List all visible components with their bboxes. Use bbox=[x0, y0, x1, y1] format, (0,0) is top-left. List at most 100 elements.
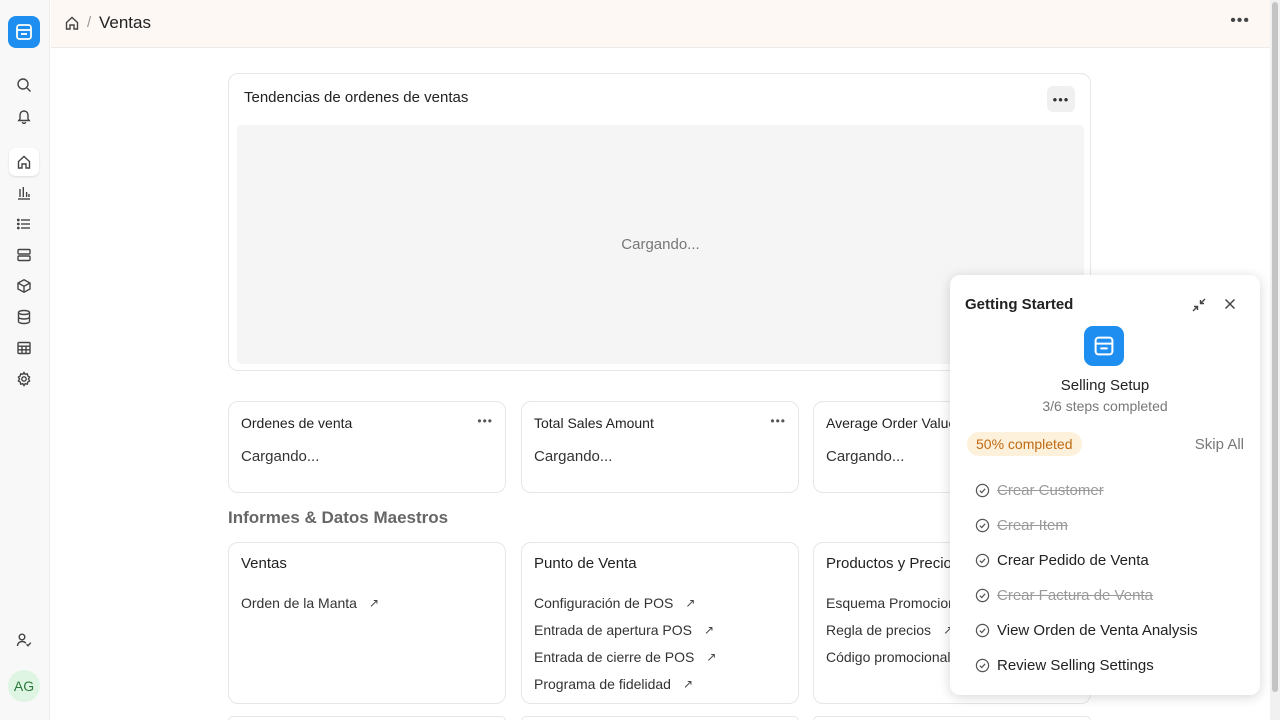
bell-icon bbox=[17, 110, 31, 124]
number-card-total-sales: Total Sales Amount ••• Cargando... bbox=[521, 401, 799, 493]
link-list: Orden de la Manta ↗ bbox=[241, 589, 379, 616]
check-circle-icon bbox=[975, 658, 990, 673]
check-circle-icon bbox=[975, 483, 990, 498]
breadcrumb-home[interactable] bbox=[64, 15, 80, 36]
number-card-value: Cargando... bbox=[826, 448, 905, 465]
chart-options-button[interactable]: ••• bbox=[1047, 86, 1075, 112]
selling-setup-logo bbox=[1084, 326, 1124, 366]
number-card-title: Total Sales Amount bbox=[534, 415, 654, 431]
section-title: Informes & Datos Maestros bbox=[228, 508, 449, 527]
step-item[interactable]: Crear Factura de Venta bbox=[975, 578, 1198, 613]
check-circle-icon bbox=[975, 588, 990, 603]
step-item[interactable]: Crear Item bbox=[975, 508, 1198, 543]
step-item[interactable]: View Orden de Venta Analysis bbox=[975, 613, 1198, 648]
sidebar: AG bbox=[0, 0, 50, 720]
steps-completed: 3/6 steps completed bbox=[1042, 398, 1168, 414]
check-circle-icon bbox=[975, 553, 990, 568]
notifications-button[interactable] bbox=[9, 102, 39, 130]
number-card-value: Cargando... bbox=[241, 448, 320, 465]
package-icon bbox=[17, 279, 31, 293]
step-label: Crear Pedido de Venta bbox=[997, 552, 1149, 569]
link-item[interactable]: Orden de la Manta ↗ bbox=[241, 589, 379, 616]
avatar[interactable]: AG bbox=[8, 670, 40, 702]
link-card-punto-de-venta: Punto de Venta Configuración de POS ↗ Ent… bbox=[521, 542, 799, 704]
getting-started-panel: Getting Started Selling Setup 3/6 steps … bbox=[950, 275, 1260, 695]
close-icon bbox=[1224, 298, 1236, 310]
database-icon bbox=[17, 309, 31, 325]
chart-loading-text: Cargando... bbox=[621, 236, 700, 253]
gear-icon bbox=[17, 371, 31, 387]
scrollbar-thumb[interactable] bbox=[1272, 2, 1278, 692]
sidebar-item-home[interactable] bbox=[9, 148, 39, 176]
sidebar-item-settings[interactable] bbox=[9, 365, 39, 393]
store-icon bbox=[16, 24, 32, 40]
page-scrollbar[interactable] bbox=[1270, 0, 1280, 720]
step-label: Crear Item bbox=[997, 517, 1068, 534]
setup-title: Selling Setup bbox=[1060, 377, 1150, 394]
search-icon bbox=[17, 78, 31, 92]
app-logo[interactable] bbox=[8, 16, 40, 48]
getting-started-title: Getting Started bbox=[965, 296, 1074, 313]
search-button[interactable] bbox=[9, 71, 39, 99]
sidebar-item-users[interactable] bbox=[9, 626, 39, 654]
check-circle-icon bbox=[975, 518, 990, 533]
link-card-title: Productos y Precios bbox=[826, 555, 960, 572]
link-item[interactable]: Programa de fidelidad ↗ bbox=[534, 670, 716, 697]
chart-title: Tendencias de ordenes de ventas bbox=[244, 89, 469, 106]
list-icon bbox=[16, 218, 30, 230]
number-card-title: Average Order Value bbox=[826, 415, 957, 431]
external-link-icon: ↗ bbox=[706, 649, 717, 664]
link-card-title: Punto de Venta bbox=[534, 555, 637, 572]
home-icon bbox=[65, 16, 79, 30]
step-label: Crear Customer bbox=[997, 482, 1104, 499]
number-card-options-icon[interactable]: ••• bbox=[770, 414, 786, 428]
step-item[interactable]: Crear Customer bbox=[975, 473, 1198, 508]
store-icon bbox=[1094, 336, 1114, 356]
page-header: / Ventas ••• bbox=[51, 0, 1270, 48]
number-card-options-icon[interactable]: ••• bbox=[477, 414, 493, 428]
user-check-icon bbox=[16, 633, 32, 647]
server-icon bbox=[17, 248, 31, 262]
link-item[interactable]: Entrada de apertura POS ↗ bbox=[534, 616, 716, 643]
minimize-button[interactable] bbox=[1191, 297, 1207, 318]
close-button[interactable] bbox=[1223, 297, 1237, 316]
home-icon bbox=[17, 155, 31, 169]
step-label: View Orden de Venta Analysis bbox=[997, 622, 1198, 639]
number-card-title: Ordenes de venta bbox=[241, 415, 353, 431]
sidebar-item-modules[interactable] bbox=[9, 241, 39, 269]
link-card-partial bbox=[228, 716, 506, 720]
sidebar-item-table[interactable] bbox=[9, 334, 39, 362]
number-card-value: Cargando... bbox=[534, 448, 613, 465]
sidebar-item-list[interactable] bbox=[9, 210, 39, 238]
external-link-icon: ↗ bbox=[704, 622, 715, 637]
bar-chart-icon bbox=[18, 187, 30, 200]
link-item[interactable]: Entrada de cierre de POS ↗ bbox=[534, 643, 716, 670]
sidebar-item-items[interactable] bbox=[9, 272, 39, 300]
step-item[interactable]: Crear Pedido de Venta bbox=[975, 543, 1198, 578]
external-link-icon: ↗ bbox=[682, 676, 694, 691]
sidebar-item-database[interactable] bbox=[9, 303, 39, 331]
external-link-icon: ↗ bbox=[685, 595, 696, 610]
minimize-icon bbox=[1192, 298, 1206, 312]
more-options-icon[interactable]: ••• bbox=[1230, 12, 1250, 30]
step-label: Review Selling Settings bbox=[997, 657, 1154, 674]
link-card-partial bbox=[813, 716, 1091, 720]
steps-list: Crear Customer Crear Item Crear Pedido d… bbox=[975, 473, 1198, 683]
page-title: Ventas bbox=[99, 13, 151, 32]
sidebar-item-reports[interactable] bbox=[9, 179, 39, 207]
avatar-initials: AG bbox=[13, 678, 35, 694]
table-icon bbox=[17, 341, 31, 355]
breadcrumb-separator: / bbox=[87, 14, 92, 31]
progress-badge: 50% completed bbox=[967, 432, 1082, 456]
step-label: Crear Factura de Venta bbox=[997, 587, 1153, 604]
link-card-title: Ventas bbox=[241, 555, 287, 572]
step-item[interactable]: Review Selling Settings bbox=[975, 648, 1198, 683]
check-circle-icon bbox=[975, 623, 990, 638]
link-item[interactable]: Configuración de POS ↗ bbox=[534, 589, 716, 616]
external-link-icon: ↗ bbox=[368, 595, 380, 610]
skip-all-button[interactable]: Skip All bbox=[1195, 436, 1244, 453]
link-card-ventas: Ventas Orden de la Manta ↗ bbox=[228, 542, 506, 704]
number-card-sales-orders: Ordenes de venta ••• Cargando... bbox=[228, 401, 506, 493]
link-list: Configuración de POS ↗ Entrada de apertur… bbox=[534, 589, 716, 697]
link-card-partial bbox=[521, 716, 799, 720]
